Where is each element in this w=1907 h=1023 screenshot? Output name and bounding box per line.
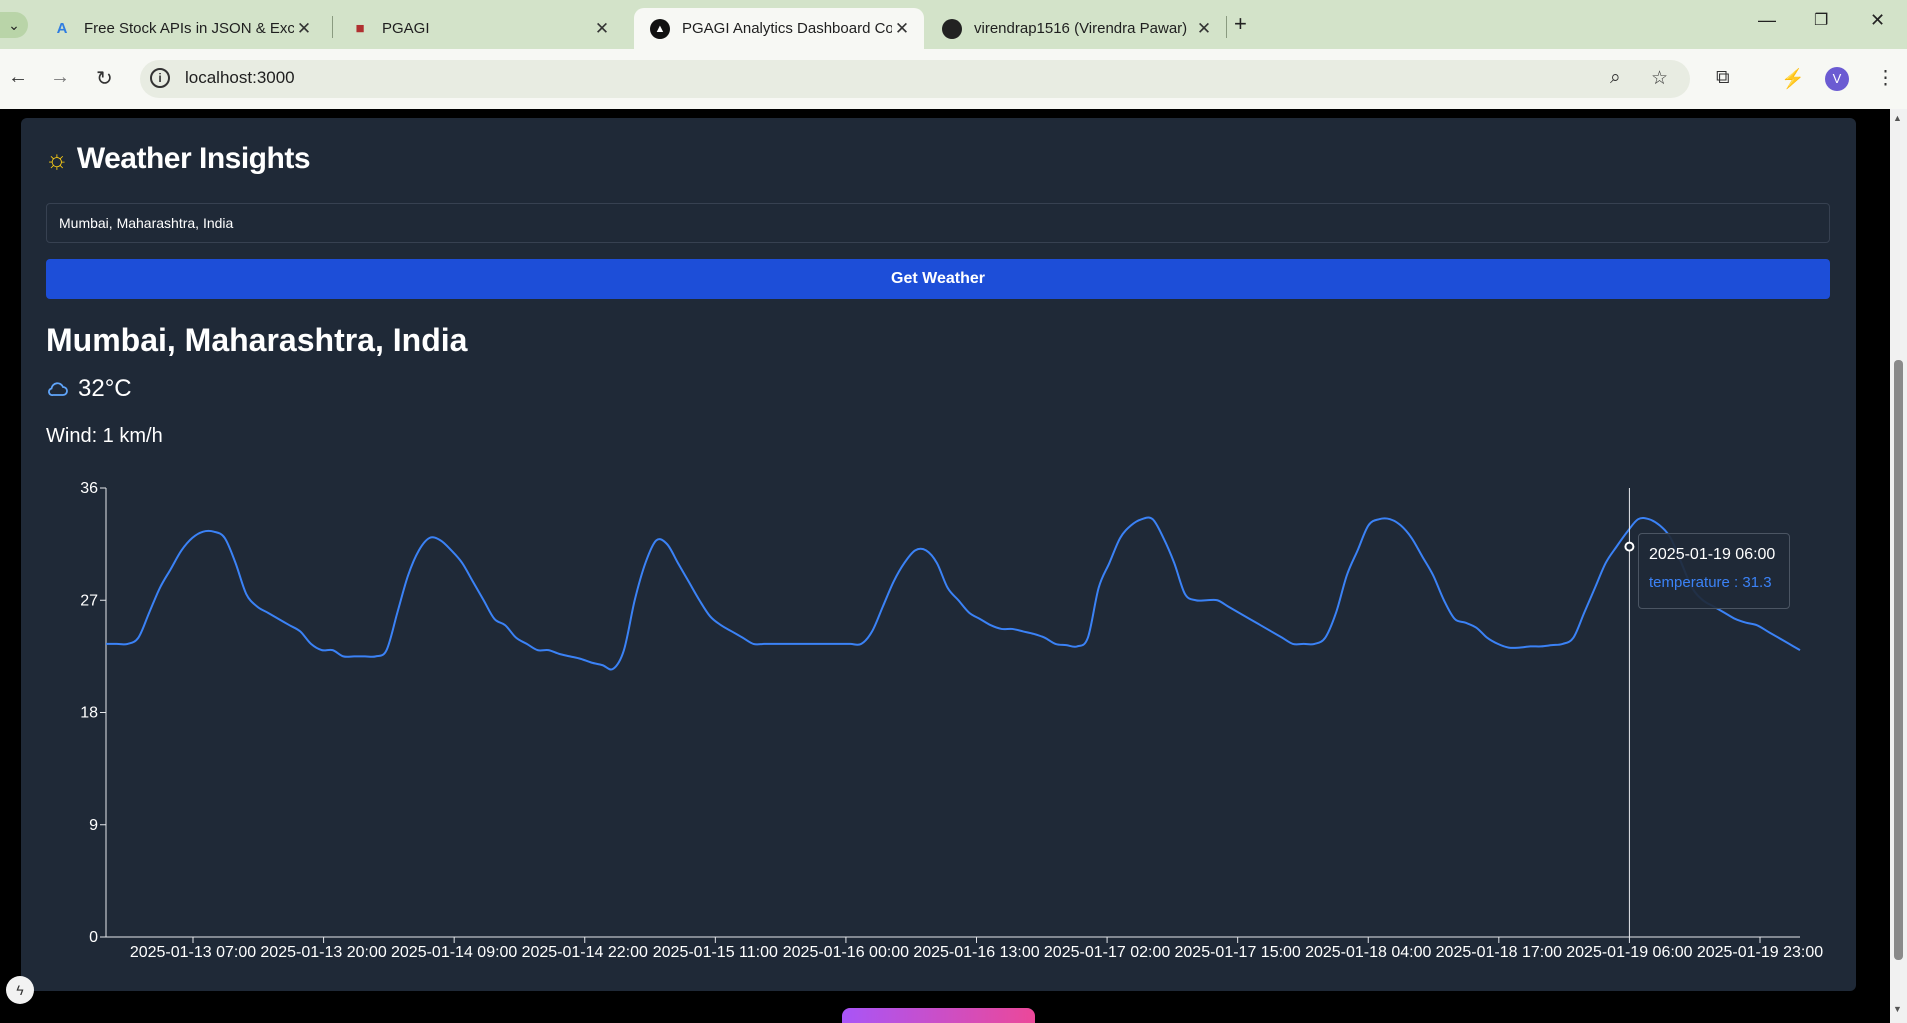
x-tick-label: 2025-01-16 13:00 [913, 944, 1039, 961]
x-tick-label: 2025-01-16 00:00 [783, 944, 909, 961]
chart-tooltip: 2025-01-19 06:00 temperature : 31.3 [1638, 533, 1790, 609]
x-tick-label: 2025-01-18 04:00 [1305, 944, 1431, 961]
x-tick-label: 2025-01-13 07:00 [130, 944, 256, 961]
x-tick-label: 2025-01-19 23:00 [1697, 944, 1823, 961]
x-tick-label: 2025-01-14 09:00 [391, 944, 517, 961]
y-tick-label: 27 [80, 592, 98, 609]
x-tick-label: 2025-01-15 11:00 [653, 944, 778, 961]
temperature-chart[interactable]: 0 9 18 27 36 2025-01-13 07:00 2025-01-13 20:00… [0, 0, 1890, 1000]
temperature-line [105, 516, 1801, 671]
scroll-up-icon[interactable]: ▲ [1893, 113, 1902, 123]
next-section-button[interactable] [842, 1008, 1035, 1023]
x-tick-label: 2025-01-17 15:00 [1175, 944, 1301, 961]
dev-tools-icon[interactable]: ϟ [6, 976, 34, 1004]
scrollbar-thumb[interactable] [1894, 360, 1903, 960]
x-tick-label: 2025-01-13 20:00 [260, 944, 386, 961]
tooltip-value: temperature : 31.3 [1649, 574, 1772, 591]
active-point [1624, 541, 1635, 552]
x-tick-label: 2025-01-18 17:00 [1436, 944, 1562, 961]
x-tick-label: 2025-01-19 06:00 [1566, 944, 1692, 961]
scroll-down-icon[interactable]: ▼ [1893, 1004, 1902, 1014]
y-tick-label: 36 [80, 480, 98, 497]
y-tick-label: 0 [89, 929, 98, 946]
y-tick-label: 9 [89, 817, 98, 834]
y-tick-label: 18 [80, 705, 98, 722]
x-tick-label: 2025-01-14 22:00 [522, 944, 648, 961]
tooltip-label: 2025-01-19 06:00 [1649, 546, 1776, 563]
x-tick-label: 2025-01-17 02:00 [1044, 944, 1170, 961]
